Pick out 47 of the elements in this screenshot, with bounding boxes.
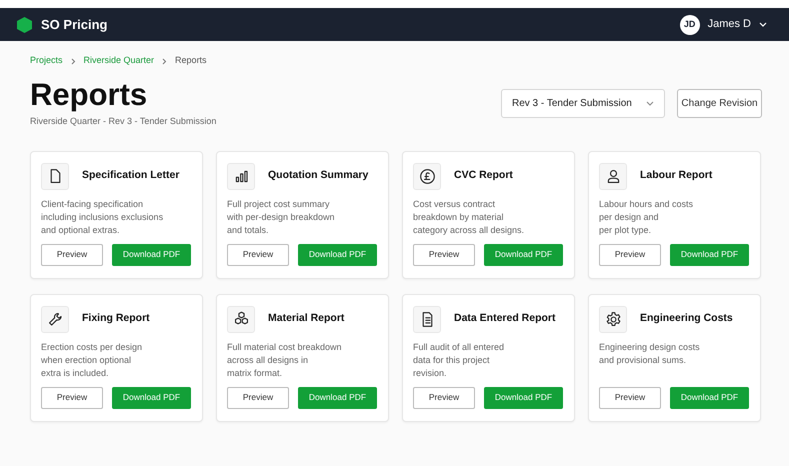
preview-button[interactable]: Preview	[41, 386, 103, 408]
card-description: Engineering design costs and provisional sums.	[599, 340, 701, 367]
card-title: Engineering Costs	[640, 311, 733, 326]
user-menu[interactable]: JD James D	[680, 14, 767, 34]
card-description: Full project cost summary with per-design breakdown and totals.	[227, 198, 336, 236]
revision-dropdown[interactable]: Rev 3 - Tender Submission	[501, 89, 665, 118]
preview-button[interactable]: Preview	[413, 386, 475, 408]
chevron-icon	[162, 58, 168, 64]
logo-icon	[17, 16, 32, 32]
breadcrumb-link[interactable]: Projects	[30, 54, 63, 68]
pound-coin-icon	[413, 162, 441, 190]
preview-button[interactable]: Preview	[227, 386, 289, 408]
card-title: Data Entered Report	[454, 311, 556, 326]
preview-button[interactable]: Preview	[41, 244, 103, 266]
bar-chart-icon	[227, 162, 255, 190]
user-avatar: JD	[680, 14, 700, 34]
page-subtitle: Riverside Quarter - Rev 3 - Tender Submission	[30, 115, 216, 128]
caret-icon	[759, 22, 767, 27]
breadcrumb-current: Reports	[175, 54, 207, 68]
settings-icon	[599, 306, 627, 332]
card-description: Client-facing specification including inclusions exclusions and optional extras.	[41, 198, 164, 236]
card-description: Cost versus contract breakdown by material category across all designs.	[413, 198, 526, 236]
page-title: Reports	[30, 77, 148, 113]
cubes-icon	[227, 306, 255, 332]
card-description: Full audit of all entered data for this project revision.	[413, 340, 506, 380]
preview-button[interactable]: Preview	[413, 244, 475, 266]
change-revision-button[interactable]: Change Revision	[677, 89, 762, 118]
card-title: CVC Report	[454, 168, 513, 184]
card-title: Specification Letter	[82, 168, 180, 184]
card-description: Full material cost breakdown across all designs in matrix format.	[227, 340, 343, 380]
wrench-icon	[41, 306, 69, 332]
preview-button[interactable]: Preview	[599, 386, 661, 408]
card-description: Erection costs per design when erection optional extra is included.	[41, 340, 144, 380]
card-title: Labour Report	[640, 168, 712, 184]
preview-button[interactable]: Preview	[599, 244, 661, 266]
chevron-icon	[70, 58, 76, 64]
person-icon	[599, 162, 627, 190]
card-title: Fixing Report	[82, 311, 150, 326]
document-icon	[41, 162, 69, 190]
card-title: Quotation Summary	[268, 168, 368, 184]
breadcrumb-link[interactable]: Riverside Quarter	[84, 54, 154, 68]
preview-button[interactable]: Preview	[227, 244, 289, 266]
caret-icon	[646, 101, 654, 106]
card-description: Labour hours and costs per design and per plot type.	[599, 198, 694, 236]
text-document-icon	[413, 306, 441, 332]
app-name: SO Pricing	[41, 16, 108, 34]
card-title: Material Report	[268, 311, 344, 326]
